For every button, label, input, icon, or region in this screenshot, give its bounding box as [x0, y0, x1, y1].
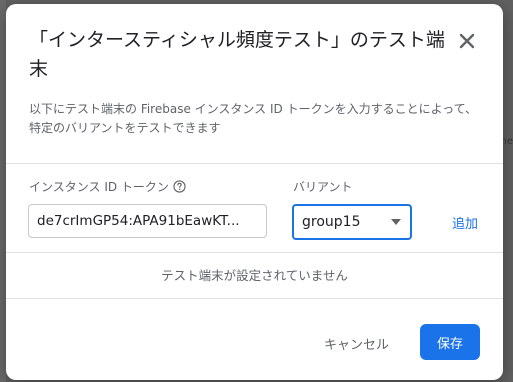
chevron-down-icon [391, 219, 401, 225]
token-label-text: インスタンス ID トークン [29, 180, 169, 194]
help-icon[interactable] [173, 180, 186, 196]
empty-state-message: テスト端末が設定されていません [161, 268, 348, 283]
variant-select[interactable]: group15 [292, 204, 412, 240]
test-devices-dialog: 「インタースティシャル頻度テスト」のテスト端末 以下にテスト端末の Fireba… [6, 4, 503, 380]
dialog-description: 以下にテスト端末の Firebase インスタンス ID トークンを入力すること… [29, 102, 478, 135]
close-icon [459, 33, 475, 49]
save-button[interactable]: 保存 [420, 324, 480, 360]
close-button[interactable] [452, 26, 482, 56]
divider [6, 252, 503, 253]
divider [6, 163, 503, 164]
instance-id-token-input[interactable]: de7crImGP54:APA91bEawKT... [28, 204, 267, 238]
add-button[interactable]: 追加 [452, 213, 478, 232]
divider [6, 298, 503, 299]
token-label: インスタンス ID トークン [29, 178, 186, 196]
cancel-button[interactable]: キャンセル [312, 325, 401, 361]
variant-select-value: group15 [302, 214, 361, 230]
variant-label: バリアント [293, 180, 353, 194]
dialog-title: 「インタースティシャル頻度テスト」のテスト端末 [29, 29, 445, 80]
